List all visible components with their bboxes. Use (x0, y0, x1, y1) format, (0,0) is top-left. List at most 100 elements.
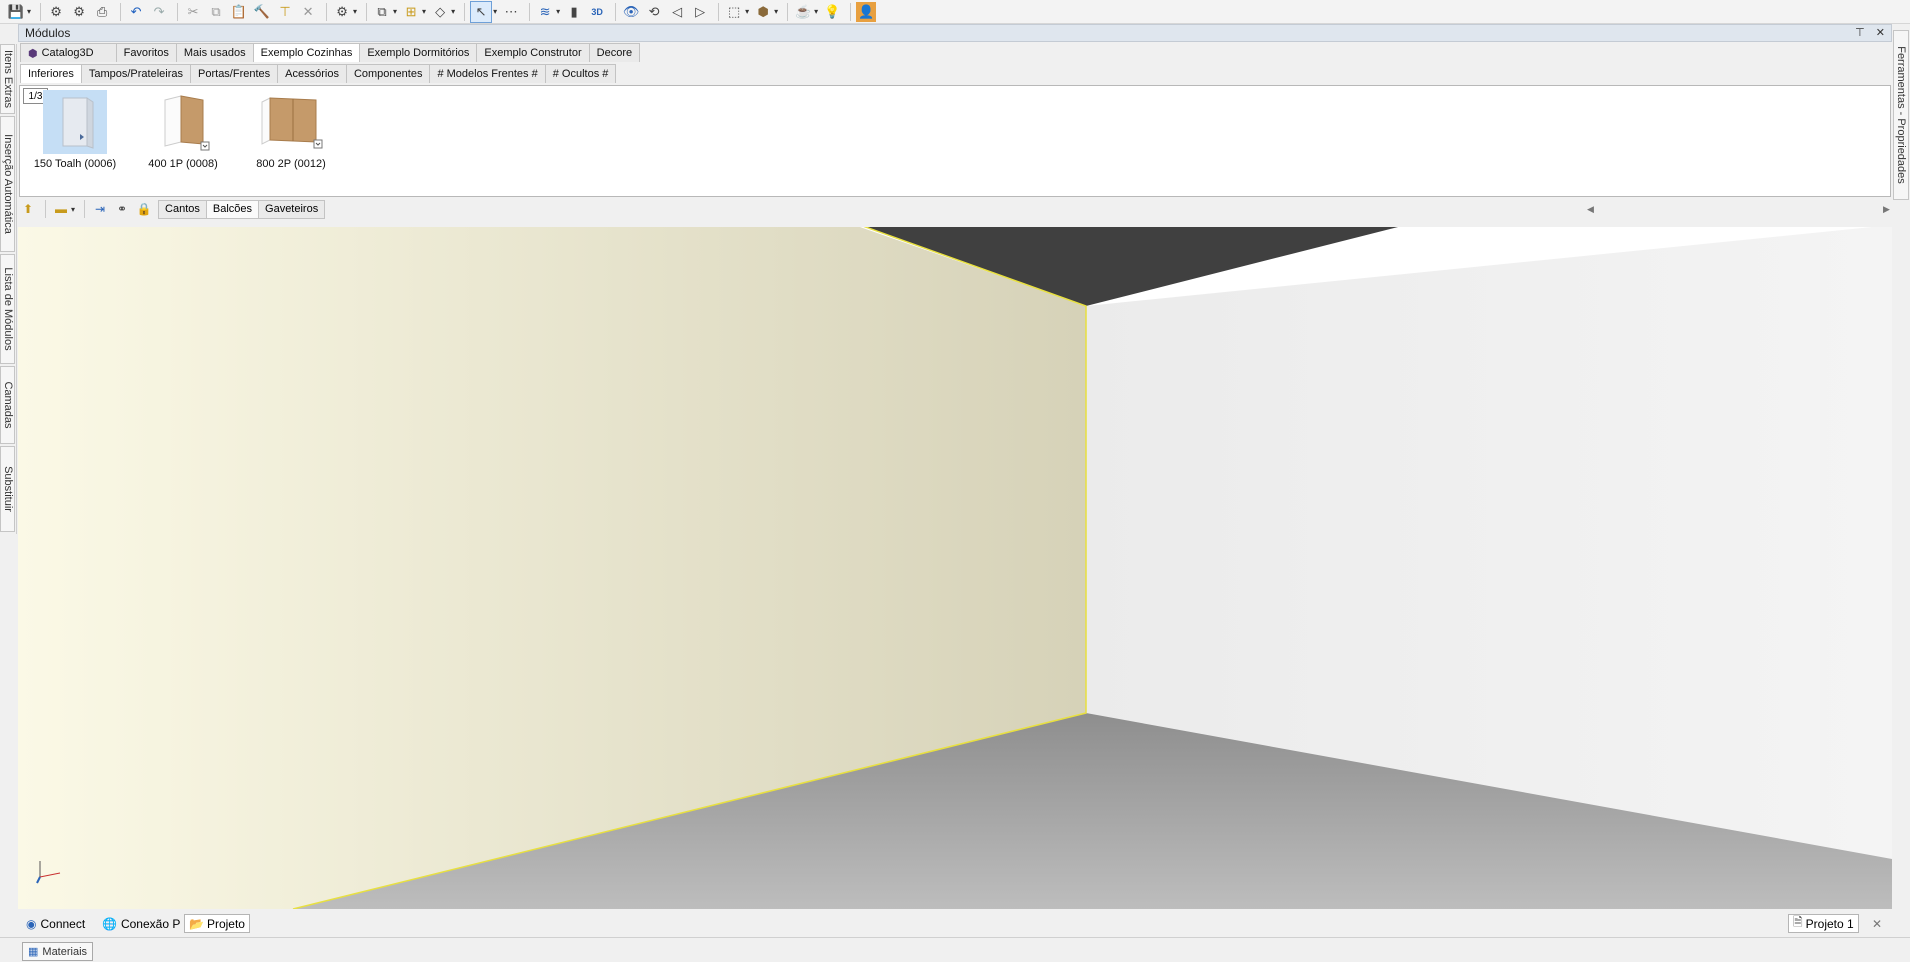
tab-conexao[interactable]: 🌐 Conexão P (98, 914, 184, 933)
format-painter-icon[interactable]: 🔨 (252, 2, 272, 22)
tab-exemplo-construtor[interactable]: Exemplo Construtor (476, 43, 590, 62)
tab-label: Exemplo Dormitórios (367, 47, 470, 59)
main-toolbar: 💾 ▾ ⚙ ⚙ ⎙ ↶ ↷ ✂ ⧉ 📋 🔨 ⊤ ✕ ⚙ ▾ ⧉ ▾ ⊞ ▾ ◇ ▾ ↖ ▾ … (0, 0, 1910, 24)
tab-exemplo-dormitórios[interactable]: Exemplo Dormitórios (359, 43, 478, 62)
settings-icon[interactable]: ⚙ (332, 2, 352, 22)
toolbar-separator (787, 2, 789, 21)
tab-tampos-prateleiras[interactable]: Tampos/Prateleiras (80, 64, 192, 83)
modules-panel-header: Módulos ⊤ ✕ (18, 24, 1892, 42)
tab-ocultos[interactable]: # Ocultos # (544, 64, 617, 83)
tab-connect[interactable]: ◉ Connect (22, 914, 89, 933)
materials-label: Materiais (42, 945, 88, 958)
prev-view-icon[interactable]: ◁ (667, 2, 687, 22)
save-icon[interactable]: 💾 (6, 2, 26, 22)
tab-balcões[interactable]: Balcões (205, 199, 260, 219)
redo-icon[interactable]: ↷ (149, 2, 169, 22)
user-icon[interactable]: 👤 (856, 1, 877, 22)
lock-icon[interactable]: 🔒 (134, 200, 154, 218)
align-dropdown[interactable]: ▾ (422, 7, 426, 16)
dock-tab-itens-extras[interactable]: Itens Extras (0, 44, 15, 114)
close-icon[interactable]: ✕ (1876, 27, 1885, 39)
tab-mais-usados[interactable]: Mais usados (175, 43, 254, 62)
stack-dropdown[interactable]: ▾ (556, 7, 560, 16)
3d-viewport[interactable] (18, 227, 1892, 909)
close-document-icon[interactable]: ✕ (1868, 914, 1886, 933)
catalog-item[interactable]: 150 Toalh (0006) (30, 90, 120, 180)
tab-project-document-label: Projeto 1 (1805, 916, 1854, 931)
dock-tab-substituir[interactable]: Substituir (0, 446, 15, 532)
dock-tab-label: Camadas (1, 381, 14, 429)
print-icon[interactable]: ⎙ (92, 2, 112, 22)
undo-icon[interactable]: ↶ (126, 2, 146, 22)
settings-dropdown[interactable]: ▾ (353, 7, 357, 16)
measure-icon[interactable]: ⋯ (501, 2, 521, 22)
scroll-right-icon[interactable]: ▶ (1883, 204, 1890, 215)
light-icon[interactable]: 💡 (822, 2, 842, 22)
tab-label: # Modelos Frentes # (437, 68, 538, 80)
cut-icon[interactable]: ✂ (183, 2, 203, 22)
import-icon[interactable]: ⇥ (90, 200, 110, 218)
paste-icon[interactable]: 📋 (229, 2, 249, 22)
align-icon[interactable]: ⊞ (401, 2, 421, 22)
insert-icon[interactable]: ⬆ (18, 200, 38, 218)
tab-decore[interactable]: Decore (588, 43, 641, 62)
materials-tab[interactable]: ▦ Materiais (22, 942, 94, 961)
delete-icon[interactable]: ✕ (298, 2, 318, 22)
elevation-icon[interactable]: ▮ (564, 2, 584, 22)
catalog-tabs: ⬢ Catalog3D Favoritos Mais usados Exemplo Co… (20, 43, 641, 62)
pin-icon[interactable]: ⊤ (1855, 27, 1865, 39)
toolbar-separator (529, 2, 531, 21)
status-bar: ▦ Materiais (0, 937, 1910, 962)
tab-label: # Ocultos # (552, 68, 609, 80)
catalog-item[interactable]: 400 1P (0008) (138, 90, 228, 180)
tab-inferiores[interactable]: Inferiores (20, 64, 82, 83)
modules-panel-title: Módulos (25, 26, 71, 40)
rotate-icon[interactable]: ⟲ (644, 2, 664, 22)
open-project-icon[interactable]: ⚙ (69, 2, 89, 22)
binoculars-icon[interactable]: ⚭ (112, 200, 132, 218)
ruler-icon[interactable]: ▬ (51, 200, 71, 218)
copy-icon[interactable]: ⧉ (206, 2, 226, 22)
scroll-left-icon[interactable]: ◀ (1587, 204, 1594, 215)
tab-favoritos[interactable]: Favoritos (115, 43, 177, 62)
render-dropdown[interactable]: ▾ (814, 7, 818, 16)
left-dock: Itens Extras Inserção Automática Lista d… (0, 44, 17, 534)
open-icon[interactable]: ⚙ (46, 2, 66, 22)
tab-portas-frentes[interactable]: Portas/Frentes (190, 64, 279, 83)
right-dock: Ferramentas - Propriedades (1893, 24, 1910, 204)
window-icon[interactable]: ⬚ (724, 2, 744, 22)
dock-tab-lista-de-modulos[interactable]: Lista de Módulos (0, 254, 15, 364)
box-dropdown[interactable]: ▾ (774, 7, 778, 16)
tab-project-document[interactable]: 🗎 Projeto 1 (1788, 914, 1859, 933)
select-dropdown[interactable]: ▾ (493, 7, 497, 16)
tab-catalog3d[interactable]: ⬢ Catalog3D (20, 43, 117, 62)
select-icon[interactable]: ↖ (470, 0, 493, 23)
shape-icon[interactable]: ◇ (430, 2, 450, 22)
stack-icon[interactable]: ≋ (535, 2, 555, 22)
tab-gaveteiros[interactable]: Gaveteiros (258, 199, 326, 219)
next-view-icon[interactable]: ▷ (690, 2, 710, 22)
render-icon[interactable]: ☕ (793, 2, 813, 22)
layers-dropdown[interactable]: ▾ (393, 7, 397, 16)
eye-icon[interactable]: 👁 (621, 2, 641, 22)
tab-acessórios[interactable]: Acessórios (277, 64, 347, 83)
tab-label: Inferiores (28, 68, 74, 80)
tab-projeto[interactable]: 📂 Projeto (184, 914, 250, 933)
catalog-item[interactable]: 800 2P (0012) (246, 90, 336, 180)
window-dropdown[interactable]: ▾ (745, 7, 749, 16)
tab-cantos[interactable]: Cantos (158, 199, 207, 219)
shape-dropdown[interactable]: ▾ (451, 7, 455, 16)
save-dropdown[interactable]: ▾ (27, 7, 31, 16)
ruler-dropdown[interactable]: ▾ (71, 205, 75, 214)
view3d-icon[interactable]: 3D (587, 2, 607, 22)
layers-icon[interactable]: ⧉ (372, 2, 392, 22)
tab-modelos-frentes[interactable]: # Modelos Frentes # (429, 64, 546, 83)
dock-tab-camadas[interactable]: Camadas (0, 366, 15, 444)
dock-tab-ferramentas-propriedades[interactable]: Ferramentas - Propriedades (1893, 30, 1909, 200)
dock-tab-insercao-automatica[interactable]: Inserção Automática (0, 116, 15, 252)
box-icon[interactable]: ⬢ (753, 2, 773, 22)
tab-exemplo-cozinhas[interactable]: Exemplo Cozinhas (252, 43, 361, 62)
tab-componentes[interactable]: Componentes (345, 64, 431, 83)
brush-icon[interactable]: ⊤ (275, 2, 295, 22)
dock-tab-label: Lista de Módulos (1, 267, 14, 351)
